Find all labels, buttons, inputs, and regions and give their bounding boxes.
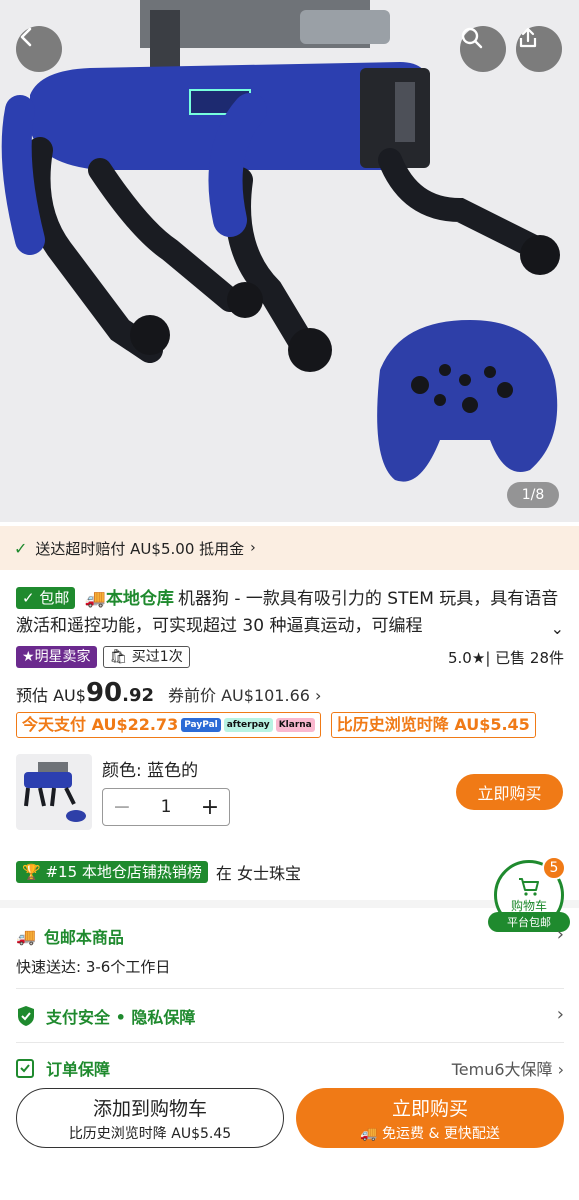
bought-before-badge: 🛍 买过1次 xyxy=(102,646,190,668)
order-guarantee-link[interactable]: Temu6大保障 › xyxy=(452,1056,564,1080)
paypal-logo: PayPal xyxy=(181,718,221,732)
divider xyxy=(16,988,564,989)
klarna-logo: Klarna xyxy=(275,718,315,732)
truck-icon: 🚚 xyxy=(16,926,36,946)
price-integer: 90 xyxy=(85,678,123,708)
security-title: 支付安全 • 隐私保障 xyxy=(46,1008,196,1027)
truck-icon: 🚚 xyxy=(360,1125,378,1142)
local-warehouse-tag: 🚚本地仓库 xyxy=(84,589,174,609)
price-before-coupon[interactable]: 券前价 AU$101.66 › xyxy=(168,682,321,706)
robot-dog-illustration xyxy=(1,0,560,482)
shipping-subtitle: 快速送达: 3-6个工作日 xyxy=(16,958,171,976)
image-counter: 1/8 xyxy=(507,482,559,508)
shipping-section[interactable]: 🚚 包邮本商品 快速送达: 3-6个工作日 › xyxy=(16,924,564,977)
order-guarantee-section[interactable]: 订单保障 Temu6大保障 › xyxy=(16,1056,564,1080)
section-divider xyxy=(0,900,579,908)
ranking-tag: 🏆 #15 本地仓店铺热销榜 xyxy=(16,861,208,883)
delivery-guarantee-banner[interactable]: ✓ 送达超时赔付 AU$5.00 抵用金 › xyxy=(0,526,579,570)
search-button[interactable] xyxy=(460,26,506,72)
product-thumbnail[interactable] xyxy=(16,754,92,830)
price-row: 预估 AU$ 90 .92 券前价 AU$101.66 › xyxy=(16,678,321,710)
deal-row: 今天支付 AU$22.73 PayPal afterpay Klarna 比历史… xyxy=(16,712,536,738)
share-button[interactable] xyxy=(516,26,562,72)
shipping-title: 包邮本商品 xyxy=(43,928,124,947)
price-drop-deal: 比历史浏览时降 AU$5.45 xyxy=(330,712,536,738)
cart-label: 购物车 xyxy=(510,898,547,913)
pay-today-deal[interactable]: 今天支付 AU$22.73 PayPal afterpay Klarna xyxy=(16,712,321,738)
clipboard-icon xyxy=(16,1059,34,1078)
afterpay-logo: afterpay xyxy=(223,718,273,732)
product-title[interactable]: ✓ 包邮 🚚本地仓库 机器狗 - 一款具有吸引力的 STEM 玩具，具有语音激活和… xyxy=(16,586,564,640)
quantity-value[interactable]: 1 xyxy=(141,797,191,817)
chevron-down-icon[interactable]: ⌄ xyxy=(551,615,564,642)
decrease-button[interactable]: − xyxy=(103,795,141,820)
quantity-stepper: − 1 + xyxy=(102,788,230,826)
chevron-right-icon: › xyxy=(556,1004,564,1025)
search-icon xyxy=(461,27,483,49)
chevron-left-icon xyxy=(20,27,32,47)
free-shipping-tag: ✓ 包邮 xyxy=(16,587,76,609)
buy-now-small-button[interactable]: 立即购买 xyxy=(456,774,563,810)
buy-now-button[interactable]: 立即购买 🚚 免运费 & 更快配送 xyxy=(296,1088,564,1148)
shield-icon xyxy=(18,1006,34,1026)
add-cart-label: 添加到购物车 xyxy=(92,1097,207,1120)
ranking-row[interactable]: 🏆 #15 本地仓店铺热销榜 在 女士珠宝 xyxy=(16,860,301,884)
price-est-label: 预估 AU$ xyxy=(16,686,86,705)
payment-security-section[interactable]: 支付安全 • 隐私保障 › xyxy=(16,1004,564,1028)
buy-now-sublabel: 🚚 免运费 & 更快配送 xyxy=(360,1125,500,1142)
price-decimal: .92 xyxy=(122,685,155,706)
color-option[interactable]: 颜色: 蓝色的 xyxy=(102,756,198,781)
add-to-cart-button[interactable]: 添加到购物车 比历史浏览时降 AU$5.45 xyxy=(16,1088,284,1148)
chevron-right-icon: › xyxy=(250,540,256,556)
add-cart-sublabel: 比历史浏览时降 AU$5.45 xyxy=(68,1125,232,1142)
share-icon xyxy=(519,27,537,48)
cart-count-badge: 5 xyxy=(542,856,566,880)
ranking-category: 在 女士珠宝 xyxy=(215,864,301,883)
star-seller-badge: ★明星卖家 xyxy=(16,646,97,668)
cart-icon xyxy=(519,877,539,896)
chevron-right-icon: › xyxy=(556,924,564,945)
delivery-guarantee-text: 送达超时赔付 AU$5.00 抵用金 xyxy=(35,539,245,558)
thumbnail-image xyxy=(24,762,86,822)
increase-button[interactable]: + xyxy=(191,795,229,820)
check-icon: ✓ xyxy=(14,538,28,558)
product-image[interactable]: 1/8 xyxy=(0,0,579,522)
rating-sold[interactable]: 5.0★| 已售 28件 xyxy=(448,647,564,668)
order-title: 订单保障 xyxy=(46,1060,111,1079)
buy-now-label: 立即购买 xyxy=(391,1097,468,1120)
back-button[interactable] xyxy=(16,26,62,72)
seller-badges: ★明星卖家 🛍 买过1次 5.0★| 已售 28件 xyxy=(16,646,564,668)
bottom-action-bar: 添加到购物车 比历史浏览时降 AU$5.45 立即购买 🚚 免运费 & 更快配送 xyxy=(0,1080,579,1200)
divider xyxy=(16,1042,564,1043)
